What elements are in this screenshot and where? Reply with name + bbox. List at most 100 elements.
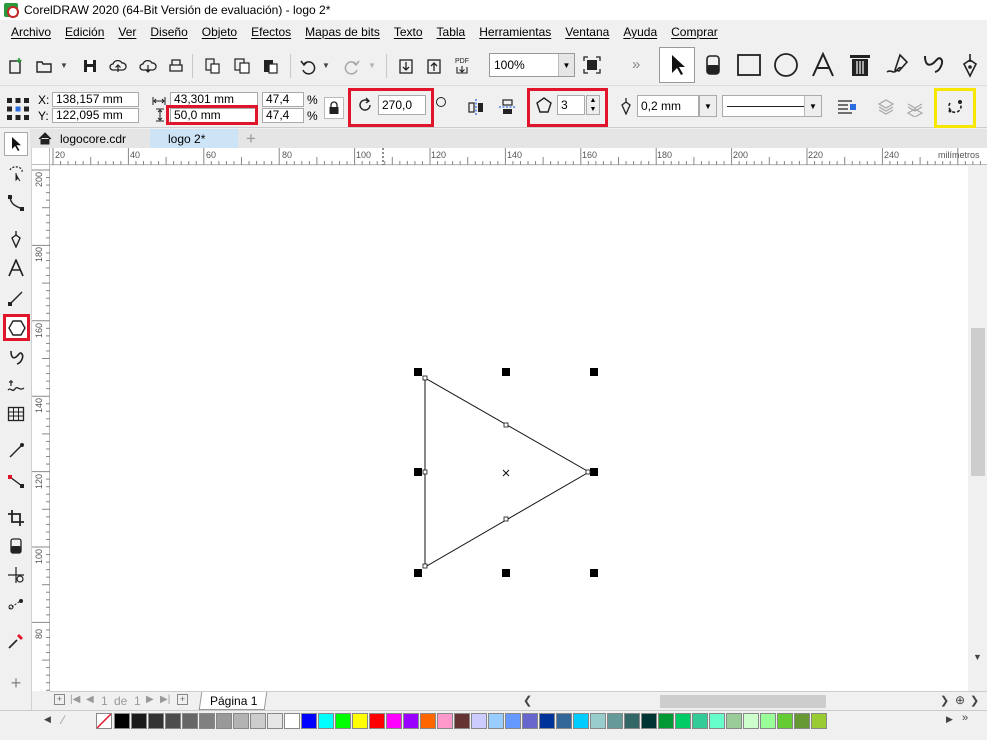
color-swatch[interactable]	[709, 713, 725, 729]
eraser-tool-button[interactable]	[698, 50, 728, 80]
import-icon[interactable]	[396, 56, 416, 76]
mirror-horizontal-icon[interactable]	[466, 97, 486, 117]
line-style-select[interactable]: ▼	[722, 95, 822, 117]
zoom-value[interactable]: 100%	[490, 54, 558, 76]
palette-eyedropper-icon[interactable]: ⁄	[62, 713, 64, 727]
color-swatch[interactable]	[624, 713, 640, 729]
color-swatch[interactable]	[369, 713, 385, 729]
tool-interactive-effects[interactable]	[4, 469, 28, 493]
redo-icon[interactable]	[342, 56, 362, 76]
scroll-down-arrow-icon[interactable]: ▼	[973, 652, 982, 662]
color-swatch[interactable]	[488, 713, 504, 729]
navigator-arrow-icon[interactable]: ❯	[970, 694, 979, 707]
selection-handle-bottom-left[interactable]	[414, 569, 422, 577]
menu-ventana[interactable]: Ventana	[558, 25, 616, 39]
add-page-before-icon[interactable]: +	[54, 694, 65, 705]
page-tab[interactable]: Página 1	[198, 692, 268, 710]
color-swatch[interactable]	[148, 713, 164, 729]
scroll-right-arrow-icon[interactable]: ❯	[940, 694, 949, 707]
selection-handle-top-right[interactable]	[590, 368, 598, 376]
scale-y-field[interactable]: 47,4	[262, 108, 304, 123]
color-swatch[interactable]	[556, 713, 572, 729]
ruler-corner[interactable]	[32, 148, 50, 165]
rectangle-tool-button[interactable]	[734, 50, 764, 80]
menu-texto[interactable]: Texto	[387, 25, 430, 39]
next-page-icon[interactable]: ▶	[146, 694, 154, 705]
color-swatch[interactable]	[284, 713, 300, 729]
node-handle[interactable]	[422, 469, 428, 475]
vertical-scroll-thumb[interactable]	[971, 328, 985, 476]
selection-handle-middle-right[interactable]	[590, 468, 598, 476]
color-swatch[interactable]	[216, 713, 232, 729]
ellipse-tool-button[interactable]	[771, 50, 801, 80]
export-pdf-icon[interactable]: PDF	[452, 56, 472, 76]
export-icon[interactable]	[424, 56, 444, 76]
color-swatch[interactable]	[471, 713, 487, 729]
node-handle[interactable]	[422, 563, 428, 569]
new-document-icon[interactable]	[6, 56, 26, 76]
print-icon[interactable]	[166, 56, 186, 76]
scroll-left-arrow-icon[interactable]: ❮	[523, 694, 532, 707]
node-handle[interactable]	[585, 469, 591, 475]
color-swatch[interactable]	[777, 713, 793, 729]
tool-text[interactable]	[4, 256, 28, 280]
tab-logo-2[interactable]: logo 2*	[150, 129, 238, 148]
node-handle[interactable]	[422, 375, 428, 381]
text-tool-button[interactable]	[808, 50, 838, 80]
palette-options-icon[interactable]: »	[962, 712, 968, 724]
zoom-navigator-icon[interactable]: ⊕	[955, 693, 965, 707]
text-wrap-icon[interactable]	[836, 97, 858, 117]
menu-edicion[interactable]: Edición	[58, 25, 111, 39]
menu-archivo[interactable]: Archivo	[4, 25, 58, 39]
color-swatch[interactable]	[403, 713, 419, 729]
tool-smart-drawing[interactable]	[4, 374, 28, 398]
color-swatch[interactable]	[539, 713, 555, 729]
color-swatch[interactable]	[573, 713, 589, 729]
color-swatch[interactable]	[233, 713, 249, 729]
open-dropdown-icon[interactable]: ▼	[60, 61, 68, 70]
horizontal-scroll-thumb[interactable]	[660, 695, 826, 708]
tool-crop[interactable]	[4, 506, 28, 530]
color-swatch[interactable]	[505, 713, 521, 729]
color-swatch[interactable]	[590, 713, 606, 729]
tool-freehand-pick[interactable]	[4, 161, 28, 185]
palette-scroll-right-icon[interactable]: ▶	[946, 714, 953, 725]
color-swatch[interactable]	[522, 713, 538, 729]
tab-logocore[interactable]: logocore.cdr	[30, 129, 148, 148]
tool-blend[interactable]	[4, 592, 28, 616]
color-swatch[interactable]	[420, 713, 436, 729]
color-swatch[interactable]	[454, 713, 470, 729]
color-swatch[interactable]	[675, 713, 691, 729]
selection-handle-top-middle[interactable]	[502, 368, 510, 376]
menu-efectos[interactable]: Efectos	[244, 25, 298, 39]
menu-ver[interactable]: Ver	[111, 25, 143, 39]
first-page-icon[interactable]: |◀	[70, 694, 80, 705]
cloud-upload-icon[interactable]	[108, 56, 128, 76]
color-swatch[interactable]	[386, 713, 402, 729]
tool-bspline[interactable]	[4, 345, 28, 369]
color-swatch[interactable]	[199, 713, 215, 729]
color-swatch[interactable]	[250, 713, 266, 729]
pen-tool-button[interactable]	[955, 50, 985, 80]
outline-width-dropdown-icon[interactable]: ▼	[699, 95, 717, 117]
vertical-scrollbar[interactable]: ▼	[968, 166, 987, 691]
color-swatch[interactable]	[743, 713, 759, 729]
toolbar-more-icon[interactable]: »	[632, 56, 640, 73]
color-swatch[interactable]	[760, 713, 776, 729]
object-origin-icon[interactable]	[6, 97, 30, 121]
zoom-dropdown-icon[interactable]: ▼	[558, 54, 574, 76]
color-swatch[interactable]	[114, 713, 130, 729]
selection-handle-bottom-middle[interactable]	[502, 569, 510, 577]
save-icon[interactable]	[80, 56, 100, 76]
copy-icon[interactable]	[232, 56, 252, 76]
color-swatch[interactable]	[352, 713, 368, 729]
horizontal-ruler[interactable]: 20 40 60 80 100 120 140 160 180 200 220 …	[50, 148, 987, 165]
color-swatch[interactable]	[165, 713, 181, 729]
tool-parallel-dimension[interactable]	[4, 286, 28, 310]
zoom-to-page-icon[interactable]	[581, 54, 603, 76]
color-swatch[interactable]	[131, 713, 147, 729]
line-style-dropdown-icon[interactable]: ▼	[804, 96, 821, 116]
mirror-vertical-icon[interactable]	[497, 97, 517, 117]
menu-mapas-de-bits[interactable]: Mapas de bits	[298, 25, 387, 39]
tool-pen[interactable]	[4, 227, 28, 251]
